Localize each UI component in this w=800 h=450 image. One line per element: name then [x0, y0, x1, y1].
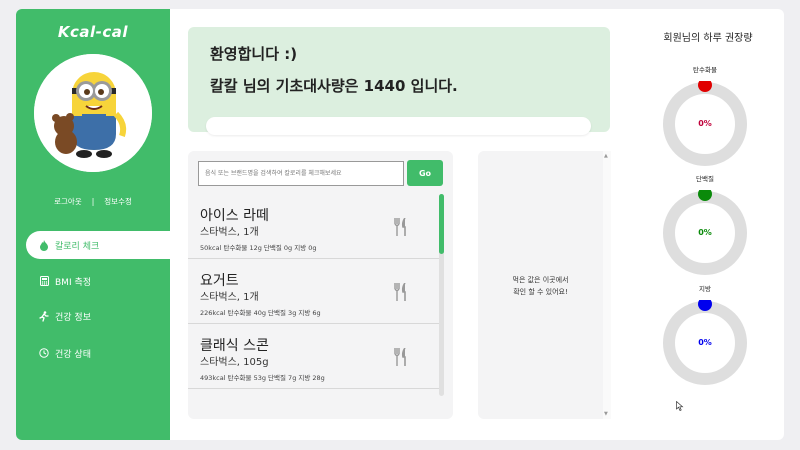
- eaten-empty-message: 먹은 값은 이곳에서 확인 할 수 있어요!: [478, 274, 603, 298]
- fat-percent: 0%: [698, 338, 712, 347]
- scroll-up-arrow-icon[interactable]: ▲: [604, 153, 608, 159]
- cutlery-icon[interactable]: [393, 283, 409, 301]
- list-item[interactable]: 요거트 스타벅스, 1개 226kcal 탄수화물 40g 단백질 3g 지방 …: [188, 259, 439, 324]
- user-links: 로그아웃 | 정보수정: [16, 196, 170, 207]
- list-item[interactable]: 클래식 스콘 스타벅스, 105g 493kcal 탄수화물 53g 단백질 7…: [188, 324, 439, 389]
- sidebar-item-label: 건강 정보: [55, 312, 91, 323]
- food-nutrition: 226kcal 탄수화물 40g 단백질 3g 지방 6g: [200, 309, 321, 317]
- carb-percent: 0%: [698, 119, 712, 128]
- fat-label: 지방: [699, 285, 711, 293]
- running-icon: [38, 310, 50, 322]
- cutlery-icon[interactable]: [393, 218, 409, 236]
- app-logo[interactable]: Kcal-cal: [16, 23, 170, 41]
- logout-link[interactable]: 로그아웃: [54, 197, 82, 206]
- welcome-greeting: 환영합니다 :): [210, 45, 298, 63]
- sidebar-item-calorie-check[interactable]: 칼로리 체크: [26, 231, 170, 259]
- food-list-scrollbar-thumb[interactable]: [439, 194, 444, 254]
- food-nutrition: 493kcal 탄수화물 53g 단백질 7g 지방 28g: [200, 374, 325, 382]
- food-nutrition: 50kcal 탄수화물 12g 단백질 0g 지방 0g: [200, 244, 317, 252]
- search-go-button[interactable]: Go: [407, 160, 443, 186]
- mouse-cursor-icon: [676, 401, 684, 411]
- sidebar-item-health-info[interactable]: 건강 정보: [26, 302, 170, 330]
- edit-info-link[interactable]: 정보수정: [104, 197, 132, 206]
- sidebar: Kcal-cal 로그아웃 | 정보수정 칼로리 체크 BMI 측정 건강 정보…: [16, 9, 170, 440]
- cutlery-icon[interactable]: [393, 348, 409, 366]
- eaten-foods-panel: 먹은 값은 이곳에서 확인 할 수 있어요! ▲ ▼: [478, 151, 611, 419]
- eaten-message-line1: 먹은 값은 이곳에서: [512, 276, 569, 284]
- food-search-panel: Go 아이스 라떼 스타벅스, 1개 50kcal 탄수화물 12g 단백질 0…: [188, 151, 453, 419]
- avatar: [34, 54, 152, 172]
- sidebar-item-label: 칼로리 체크: [55, 241, 100, 252]
- sidebar-item-health-status[interactable]: 건강 상태: [26, 339, 170, 367]
- minion-avatar-image: [34, 54, 152, 172]
- calorie-progress-bar: [206, 117, 591, 135]
- eaten-panel-scrollbar[interactable]: ▲ ▼: [603, 151, 611, 419]
- recommend-title: 회원님의 하루 권장량: [663, 33, 753, 44]
- calculator-icon: [38, 275, 50, 287]
- link-separator: |: [91, 197, 95, 206]
- list-item[interactable]: 아이스 라떼 스타벅스, 1개 50kcal 탄수화물 12g 단백질 0g 지…: [188, 194, 439, 259]
- welcome-card: 환영합니다 :) 칼칼 님의 기초대사량은 1440 입니다.: [188, 27, 610, 135]
- carb-label: 탄수화물: [693, 66, 717, 74]
- eaten-message-line2: 확인 할 수 있어요!: [513, 288, 568, 296]
- food-list: 아이스 라떼 스타벅스, 1개 50kcal 탄수화물 12g 단백질 0g 지…: [188, 194, 439, 419]
- scroll-down-arrow-icon[interactable]: ▼: [604, 411, 608, 417]
- food-search-input[interactable]: [198, 161, 404, 186]
- protein-percent: 0%: [698, 228, 712, 237]
- sidebar-item-label: BMI 측정: [55, 277, 92, 288]
- sidebar-item-label: 건강 상태: [55, 349, 91, 360]
- fire-icon: [38, 239, 50, 251]
- bmr-text: 칼칼 님의 기초대사량은 1440 입니다.: [210, 77, 458, 95]
- app-window: Kcal-cal 로그아웃 | 정보수정 칼로리 체크 BMI 측정 건강 정보…: [16, 9, 784, 440]
- sidebar-item-bmi[interactable]: BMI 측정: [26, 267, 170, 295]
- protein-label: 단백질: [696, 175, 714, 183]
- clock-icon: [38, 347, 50, 359]
